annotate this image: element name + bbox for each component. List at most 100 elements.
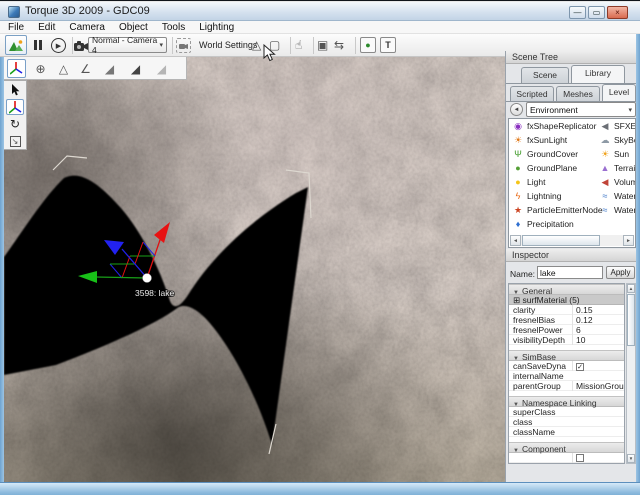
title-bar[interactable]: Torque 3D 2009 - GDC09 — ▭ × [0,2,640,21]
property-value[interactable]: MissionGroup [572,381,624,391]
viewport-3d[interactable]: 3598: lake [4,57,505,482]
hand-pointer-icon[interactable]: ☝ [295,38,302,52]
property-row-className[interactable]: className [509,427,624,437]
library-item-terrainb[interactable]: ▲TerrainB [599,161,636,175]
property-row-unnamed[interactable] [509,453,624,463]
tab-level[interactable]: Level [602,84,636,101]
library-item-skybox[interactable]: ☁SkyBox [599,133,636,147]
camera-view-icon[interactable]: ▣ [317,38,328,52]
property-value[interactable]: ✓ [572,361,624,371]
globe-icon[interactable]: ⊕ [31,59,50,78]
slope-angle-icon[interactable]: ∠ [76,59,95,78]
property-value[interactable]: 10 [572,335,624,345]
menu-file[interactable]: File [8,22,24,33]
snap-target-button[interactable]: ● [360,37,376,53]
inspector-vscrollbar[interactable]: ▲ ▼ [626,283,636,464]
property-row-fresnelPower[interactable]: fresnelPower6 [509,325,624,335]
property-row-parentGroup[interactable]: parentGroupMissionGroup [509,381,624,391]
tab-library[interactable]: Library [571,65,625,83]
rotate-tool-button[interactable]: ↻ [6,116,24,132]
library-item-lightning[interactable]: ϟLightning [512,189,562,203]
scale-tool-button[interactable]: ↘ [6,133,24,149]
camera-settings-button[interactable] [176,38,191,53]
library-item-precipitation[interactable]: ♦Precipitation [512,217,574,231]
ramp-soft-icon[interactable]: ◢ [100,59,119,78]
hscroll-thumb[interactable] [522,235,600,246]
category-back-button[interactable]: ◄ [510,103,523,116]
select-tool-button[interactable] [6,82,24,98]
property-value[interactable]: 0.12 [572,315,624,325]
tab-meshes[interactable]: Meshes [556,86,600,101]
scroll-right-button[interactable]: ► [623,235,634,246]
move-tool-button[interactable] [6,99,24,115]
property-row-visibilityDepth[interactable]: visibilityDepth10 [509,335,624,345]
maximize-button[interactable]: ▭ [588,6,605,19]
library-item-particleemitternode[interactable]: ★ParticleEmitterNode [512,203,603,217]
menu-edit[interactable]: Edit [38,22,55,33]
minimize-button[interactable]: — [569,6,586,19]
property-row-class[interactable]: class [509,417,624,427]
apply-button[interactable]: Apply [606,266,635,279]
world-editor-button[interactable] [5,35,27,55]
library-item-groundplane[interactable]: ●GroundPlane [512,161,577,175]
property-row-internalName[interactable]: internalName [509,371,624,381]
scene-tree-panel: Scene Tree Scene Library Scripted Meshes… [505,51,636,482]
scroll-down-button[interactable]: ▼ [627,454,635,463]
property-value[interactable]: 6 [572,325,624,335]
name-input[interactable] [537,266,603,279]
menu-camera[interactable]: Camera [69,22,105,33]
section-namespace-linking[interactable]: ▼Namespace Linking [509,396,624,407]
scroll-left-button[interactable]: ◄ [510,235,521,246]
property-row-canSaveDyna[interactable]: canSaveDyna✓ [509,361,624,371]
tab-scene[interactable]: Scene [521,67,569,83]
library-hscrollbar[interactable]: ◄ ► [510,235,634,246]
library-item-fxsunlight[interactable]: ☀fxSunLight [512,133,567,147]
vscroll-thumb[interactable] [627,294,635,346]
library-item-waterpl[interactable]: ≈WaterPl [599,203,636,217]
library-item-fxshapereplicator[interactable]: ◉fxShapeReplicator [512,119,596,133]
ramp-hard-icon[interactable]: ◢ [152,59,171,78]
green-dot-icon: ● [365,41,370,50]
library-item-label: VolumeL [614,177,636,187]
menu-tools[interactable]: Tools [162,22,185,33]
library-item-light[interactable]: ●Light [512,175,545,189]
ramp-medium-icon[interactable]: ◢ [126,59,145,78]
play-button[interactable]: ▶ [51,38,66,53]
swap-objects-icon[interactable]: ⇆ [334,38,344,52]
library-item-waterbl[interactable]: ≈WaterBl [599,189,636,203]
object-box-icon[interactable]: ▢ [269,38,280,52]
axis-gizmo-button[interactable] [7,59,26,78]
snap-terrain-icon[interactable]: △ [54,59,73,78]
library-item-volumel[interactable]: ◀VolumeL [599,175,636,189]
pause-button[interactable] [33,40,43,50]
library-item-sun[interactable]: ☀Sun [599,147,629,161]
checkbox[interactable] [576,454,584,462]
sfx-emitter-icon: ◀ [599,121,611,132]
library-item-sfxemit[interactable]: ◀SFXEmit [599,119,636,133]
tab-scripted[interactable]: Scripted [510,86,554,101]
menu-object[interactable]: Object [119,22,148,33]
scene-tree-header[interactable]: Scene Tree [506,51,637,64]
category-dropdown[interactable]: Environment ▾ [526,102,636,117]
gizmo-origin[interactable] [143,274,152,283]
terrain-tool-icon[interactable]: △ [252,38,261,52]
property-value[interactable] [572,453,624,464]
property-value[interactable]: 0.15 [572,305,624,315]
text-tool-button[interactable]: T [380,37,396,53]
property-row-superClass[interactable]: superClass [509,407,624,417]
library-item-groundcover[interactable]: ΨGroundCover [512,147,578,161]
section-simbase[interactable]: ▼SimBase [509,350,624,361]
scroll-up-button[interactable]: ▲ [627,284,635,293]
property-row-clarity[interactable]: clarity0.15 [509,305,624,315]
camera-icon[interactable] [74,41,89,51]
library-item-label: Light [527,177,545,187]
property-row-surfMaterial (5)[interactable]: ⊞ surfMaterial (5) [509,295,624,305]
section-general[interactable]: ▼General [509,284,624,295]
property-row-fresnelBias[interactable]: fresnelBias0.12 [509,315,624,325]
section-component[interactable]: ▼Component [509,442,624,453]
checkbox[interactable]: ✓ [576,363,584,371]
menu-lighting[interactable]: Lighting [199,22,234,33]
close-button[interactable]: × [607,6,628,19]
inspector-header[interactable]: Inspector [506,249,637,262]
camera-mode-dropdown[interactable]: Normal - Camera 4 ▾ [88,37,167,53]
